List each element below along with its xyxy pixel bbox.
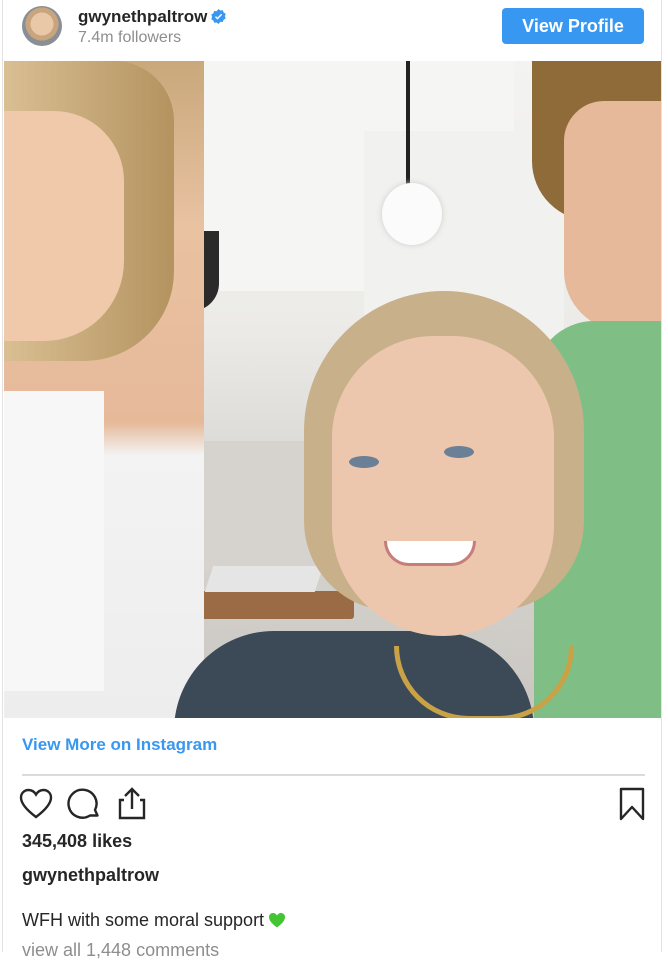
avatar[interactable] [22,6,62,46]
view-more-on-instagram-link[interactable]: View More on Instagram [22,735,217,755]
caption-text: WFH with some moral support [22,910,265,930]
post-photo[interactable] [4,61,661,718]
post-header: gwynethpaltrow 7.4m followers View Profi… [3,0,661,60]
view-profile-button[interactable]: View Profile [502,8,644,44]
caption: WFH with some moral support [22,910,286,931]
comment-bubble-icon[interactable] [66,786,102,822]
divider [22,774,645,776]
caption-username[interactable]: gwynethpaltrow [22,865,159,886]
bookmark-icon[interactable] [614,786,650,822]
instagram-embed-card: gwynethpaltrow 7.4m followers View Profi… [2,0,662,960]
share-upload-icon[interactable] [114,786,150,822]
action-bar [3,786,661,824]
username-row[interactable]: gwynethpaltrow [78,7,227,27]
view-comments-link[interactable]: view all 1,448 comments [22,940,219,961]
heart-outline-icon[interactable] [18,786,54,822]
follower-count: 7.4m followers [78,29,182,46]
green-heart-emoji [269,913,286,928]
like-count[interactable]: 345,408 likes [22,831,132,852]
username[interactable]: gwynethpaltrow [78,7,207,26]
verified-badge-icon [211,9,227,24]
